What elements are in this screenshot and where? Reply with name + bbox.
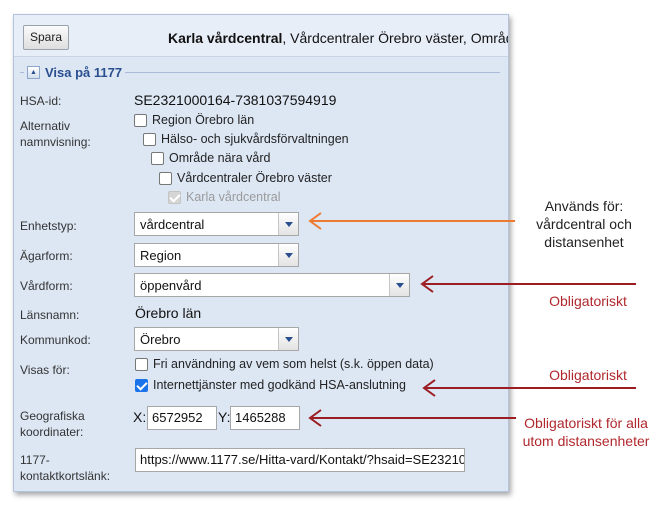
- visas-for-checkbox-internet[interactable]: [135, 378, 148, 392]
- enhetstyp-value: vårdcentral: [140, 216, 205, 232]
- vardform-select[interactable]: öppenvård: [134, 273, 410, 297]
- alt-name-checkbox-forvaltning[interactable]: [143, 132, 156, 146]
- contact-link-label: 1177-kontaktkortslänk:: [20, 453, 111, 483]
- alt-name-option-karla: Karla vårdcentral: [168, 190, 281, 204]
- alt-name-option-label: Karla vårdcentral: [186, 190, 281, 204]
- agarform-label: Ägarform:: [20, 249, 73, 263]
- alt-name-option-vardcentraler[interactable]: Vårdcentraler Örebro väster: [159, 171, 332, 185]
- annotation-internet: Obligatoriskt: [549, 367, 627, 383]
- alt-name-option-label: Hälso- och sjukvårdsförvaltningen: [161, 132, 349, 146]
- chevron-down-icon[interactable]: [278, 244, 298, 266]
- section-title: Visa på 1177: [45, 65, 123, 80]
- unit-title-path: , Vårdcentraler Örebro väster, Område nä…: [282, 30, 508, 46]
- chevron-down-icon[interactable]: [278, 328, 298, 350]
- contact-link-input[interactable]: https://www.1177.se/Hitta-vard/Kontakt/?…: [135, 448, 465, 472]
- visas-for-checkbox-open-data[interactable]: [135, 357, 148, 371]
- vardform-label: Vårdform:: [20, 279, 73, 293]
- lansnamn-value: Örebro län: [135, 305, 202, 321]
- alt-name-checkbox-omrade[interactable]: [151, 151, 164, 165]
- alt-name-option-label: Region Örebro län: [152, 113, 255, 127]
- coord-x-label: X:: [133, 409, 147, 425]
- kommunkod-select[interactable]: Örebro: [134, 327, 299, 351]
- alt-name-option-omrade[interactable]: Område nära vård: [151, 151, 270, 165]
- annotation-enhetstyp: Används för: vårdcentral och distansenhe…: [536, 198, 632, 250]
- hsa-id-value: SE2321000164-7381037594919: [134, 92, 337, 108]
- section-visa-pa-1177[interactable]: ▲ Visa på 1177: [24, 65, 126, 80]
- vardform-value: öppenvård: [140, 277, 202, 293]
- header-bar: Spara Karla vårdcentral, Vårdcentraler Ö…: [14, 15, 508, 57]
- alt-name-option-region[interactable]: Region Örebro län: [134, 113, 254, 127]
- coord-y-label: Y:: [218, 409, 231, 425]
- chevron-down-icon[interactable]: [278, 213, 298, 235]
- visas-for-label: Visas för:: [20, 363, 70, 377]
- collapse-up-icon[interactable]: ▲: [27, 66, 40, 79]
- alt-name-checkbox-karla: [168, 190, 181, 204]
- kommunkod-value: Örebro: [140, 331, 181, 347]
- enhetstyp-select[interactable]: vårdcentral: [134, 212, 299, 236]
- alt-name-option-forvaltning[interactable]: Hälso- och sjukvårdsförvaltningen: [143, 132, 349, 146]
- alt-name-label: Alternativ namnvisning:: [20, 119, 91, 149]
- unit-form-panel: Spara Karla vårdcentral, Vårdcentraler Ö…: [13, 14, 509, 492]
- chevron-down-icon[interactable]: [389, 274, 409, 296]
- visas-for-option-open-data[interactable]: Fri användning av vem som helst (s.k. öp…: [135, 357, 434, 371]
- kommunkod-label: Kommunkod:: [20, 333, 91, 347]
- enhetstyp-label: Enhetstyp:: [20, 219, 77, 233]
- alt-name-option-label: Vårdcentraler Örebro väster: [177, 171, 332, 185]
- unit-title: Karla vårdcentral, Vårdcentraler Örebro …: [168, 30, 508, 46]
- coord-y-input[interactable]: 1465288: [230, 406, 300, 430]
- agarform-select[interactable]: Region: [134, 243, 299, 267]
- alt-name-option-label: Område nära vård: [169, 151, 271, 165]
- save-button[interactable]: Spara: [23, 25, 70, 50]
- hsa-id-label: HSA-id:: [20, 94, 62, 108]
- visas-for-option-label: Fri användning av vem som helst (s.k. öp…: [153, 357, 434, 371]
- lansnamn-label: Länsnamn:: [20, 308, 80, 322]
- visas-for-option-internet[interactable]: Internettjänster med godkänd HSA-anslutn…: [135, 378, 406, 392]
- alt-name-checkbox-vardcentraler[interactable]: [159, 171, 172, 185]
- agarform-value: Region: [140, 247, 182, 263]
- visas-for-option-label: Internettjänster med godkänd HSA-anslutn…: [153, 378, 406, 392]
- coord-x-input[interactable]: 6572952: [147, 406, 217, 430]
- annotation-vardform: Obligatoriskt: [549, 293, 627, 309]
- annotation-coords: Obligatoriskt för alla utom distansenhet…: [522, 415, 650, 449]
- unit-title-name: Karla vårdcentral: [168, 30, 283, 46]
- alt-name-checkbox-region[interactable]: [134, 113, 147, 127]
- coords-label: Geografiska koordinater:: [20, 409, 85, 439]
